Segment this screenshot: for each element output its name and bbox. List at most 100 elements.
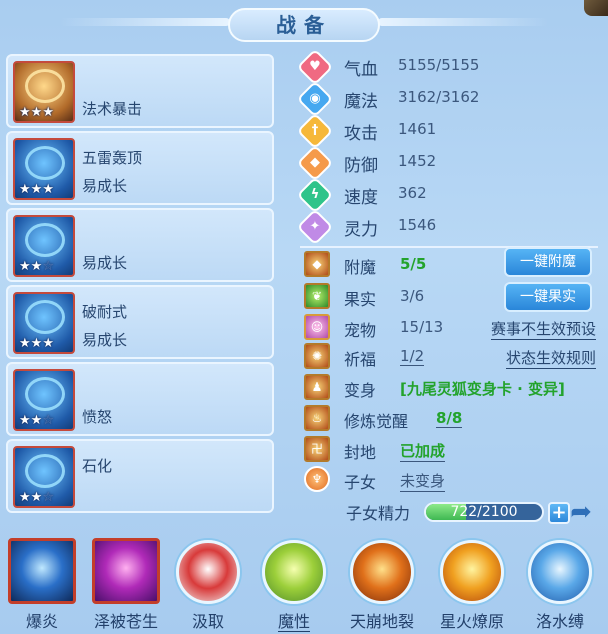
skill-card-icon: ★★★ [13, 61, 75, 123]
child-energy-text: 722/2100 [450, 504, 518, 520]
skill-card[interactable]: ★★★ 五雷轰顶 易成长 [6, 131, 274, 205]
skill-slot[interactable]: 汲取 [168, 536, 248, 634]
skill-name: 魔性 [254, 608, 334, 632]
fruit-icon: ❦ [304, 283, 330, 309]
cultivation-row: ♨ 修炼觉醒 8/8 [302, 404, 602, 434]
skill-name-text: 泽被苍生 [93, 612, 158, 631]
skill-emblem-icon [25, 377, 65, 411]
fengdi-value[interactable]: 已加成 [400, 440, 446, 462]
star-rating: ★★★ [19, 183, 54, 196]
event-preset-link[interactable]: 赛事不生效预设 [490, 318, 596, 340]
one-click-enchant-button[interactable]: 一键附魔 [504, 247, 592, 277]
transform-row: ♟ 变身 [九尾灵狐变身卡 · 变异] [302, 373, 602, 403]
fruit-value: 3/6 [400, 287, 425, 305]
skill-card-trait: 法术暴击 [82, 100, 143, 118]
skill-card-list: ★★★ 法术暴击 ★★★ 五雷轰顶 易成长 ★★☆ 易成长 ★★★ 破耐式 易成长 ★★☆ 愤怒 ★★☆… [6, 54, 274, 516]
title-bar: 战备 [0, 0, 608, 46]
skill-card[interactable]: ★★☆ 石化 [6, 439, 274, 513]
skill-slot[interactable]: 爆炎 [2, 536, 82, 634]
corner-decoration [584, 0, 608, 16]
page-title: 战备 [228, 8, 380, 42]
stat-row: ♥ 气血 5155/5155 [296, 48, 602, 86]
skill-icon [528, 540, 592, 604]
skill-emblem-icon [25, 300, 65, 334]
enchant-icon: ◆ [304, 251, 330, 277]
blessing-value[interactable]: 1/2 [400, 347, 425, 366]
star-filled-icon: ★ [42, 182, 54, 197]
skill-bar: 爆炎 泽被苍生 汲取 魔性 天崩地裂 星火燎原 洛水缚 [0, 536, 608, 634]
shield-icon: ◆ [296, 144, 334, 182]
skill-card[interactable]: ★★☆ 愤怒 [6, 362, 274, 436]
fengdi-row: 卍 封地 已加成 [302, 435, 602, 465]
star-empty-icon: ☆ [42, 490, 54, 505]
one-click-fruit-button[interactable]: 一键果实 [504, 282, 592, 312]
transform-value[interactable]: [九尾灵狐变身卡 · 变异] [400, 378, 565, 399]
skill-card[interactable]: ★★★ 破耐式易成长 [6, 285, 274, 359]
skill-slot[interactable]: 星火燎原 [432, 536, 512, 634]
stat-row: ϟ 速度 362 [296, 176, 602, 214]
cultivation-icon: ♨ [304, 405, 330, 431]
star-empty-icon: ☆ [42, 259, 54, 274]
star-filled-icon: ★ [30, 182, 43, 197]
skill-slot[interactable]: 天崩地裂 [342, 536, 422, 634]
skill-card[interactable]: ★★★ 法术暴击 [6, 54, 274, 128]
stat-row: † 攻击 1461 [296, 112, 602, 150]
skill-name: 天崩地裂 [342, 608, 422, 632]
skill-card-name: 石化 [82, 457, 113, 475]
star-filled-icon: ★ [30, 413, 43, 428]
pet-value: 15/13 [400, 318, 444, 336]
skill-card-trait: 易成长 [82, 254, 128, 272]
star-filled-icon: ★ [19, 182, 31, 197]
skill-icon [92, 538, 160, 604]
pet-avatar-icon: ☺ [304, 314, 330, 340]
child-value[interactable]: 未变身 [400, 470, 446, 492]
skill-emblem-icon [25, 454, 65, 488]
cultivation-label: 修炼觉醒 [344, 412, 409, 431]
skill-name: 星火燎原 [432, 608, 512, 632]
star-rating: ★★★ [19, 337, 54, 350]
child-energy-bar: 722/2100 [424, 502, 544, 522]
sword-icon: † [296, 112, 334, 150]
stat-label: 速度 [344, 188, 378, 208]
stat-label: 灵力 [344, 220, 378, 240]
skill-card-trait: 易成长 [82, 177, 128, 195]
star-empty-icon: ☆ [42, 413, 54, 428]
star-rating: ★★☆ [19, 414, 54, 427]
skill-card[interactable]: ★★☆ 易成长 [6, 208, 274, 282]
stat-label: 气血 [344, 60, 378, 80]
star-filled-icon: ★ [30, 259, 43, 274]
star-filled-icon: ★ [42, 336, 54, 351]
star-filled-icon: ★ [30, 105, 43, 120]
skill-slot[interactable]: 泽被苍生 [86, 536, 166, 634]
transform-label: 变身 [344, 381, 377, 400]
fengdi-label: 封地 [344, 443, 377, 462]
spirit-icon: ✦ [296, 208, 334, 246]
skill-name-text: 汲取 [191, 612, 224, 631]
skill-icon [262, 540, 326, 604]
skill-card-trait: 愤怒 [82, 408, 113, 426]
star-rating: ★★☆ [19, 260, 54, 273]
share-icon[interactable]: ➦ [564, 498, 598, 526]
skill-slot[interactable]: 魔性 [254, 536, 334, 634]
skill-name: 洛水缚 [520, 608, 600, 632]
skill-slot[interactable]: 洛水缚 [520, 536, 600, 634]
cultivation-value[interactable]: 8/8 [436, 409, 463, 428]
skill-card-trait: 易成长 [82, 331, 128, 349]
skill-name-text: 天崩地裂 [349, 612, 414, 631]
enchant-label: 附魔 [344, 258, 377, 277]
status-rules-link[interactable]: 状态生效规则 [505, 347, 596, 369]
skill-card-icon: ★★☆ [13, 215, 75, 277]
star-filled-icon: ★ [19, 490, 31, 505]
mana-icon: ◉ [296, 80, 334, 118]
stat-row: ◉ 魔法 3162/3162 [296, 80, 602, 118]
stat-row: ◆ 防御 1452 [296, 144, 602, 182]
blessing-icon: ✺ [304, 343, 330, 369]
title-wing-right [378, 18, 548, 26]
skill-card-name: 破耐式 [82, 303, 128, 321]
skill-emblem-icon [25, 223, 65, 257]
child-icon: ♆ [304, 466, 330, 492]
skill-name-text: 星火燎原 [439, 612, 504, 631]
pet-row: ☺ 宠物 15/13 赛事不生效预设 [302, 313, 602, 343]
star-filled-icon: ★ [19, 105, 31, 120]
stat-row: ✦ 灵力 1546 [296, 208, 602, 246]
